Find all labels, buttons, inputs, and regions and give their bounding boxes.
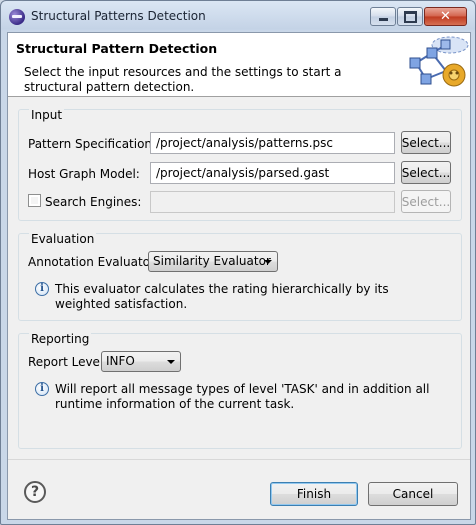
info-icon: i bbox=[35, 282, 49, 296]
evaluation-group-title: Evaluation bbox=[29, 232, 97, 246]
reporting-info-text: Will report all message types of level '… bbox=[55, 382, 430, 411]
title-bar[interactable]: Structural Patterns Detection ✕ bbox=[1, 1, 475, 31]
finish-button[interactable]: Finish bbox=[270, 482, 358, 506]
close-icon: ✕ bbox=[440, 9, 451, 24]
chevron-down-icon bbox=[167, 360, 175, 364]
cancel-button[interactable]: Cancel bbox=[368, 482, 458, 506]
input-group-title: Input bbox=[29, 108, 65, 122]
reporting-group-title: Reporting bbox=[29, 332, 92, 346]
info-icon: i bbox=[35, 382, 49, 396]
maximize-button[interactable] bbox=[397, 7, 423, 26]
banner-title: Structural Pattern Detection bbox=[16, 41, 218, 56]
evaluator-info-text: This evaluator calculates the rating hie… bbox=[55, 282, 389, 311]
dialog-client-area: Structural Pattern Detection Select the … bbox=[7, 32, 471, 520]
host-graph-label: Host Graph Model: bbox=[28, 167, 140, 181]
search-engines-checkbox[interactable] bbox=[28, 194, 41, 207]
pattern-graph-icon bbox=[409, 36, 469, 87]
evaluation-group: Evaluation Annotation Evaluator: Similar… bbox=[18, 232, 462, 321]
minimize-button[interactable] bbox=[370, 7, 396, 26]
minimize-icon bbox=[371, 8, 395, 25]
report-level-value: INFO bbox=[106, 354, 135, 368]
banner-description: Select the input resources and the setti… bbox=[24, 65, 342, 94]
pattern-spec-label: Pattern Specifications: bbox=[28, 137, 163, 151]
pattern-spec-select-button[interactable]: Select... bbox=[401, 131, 451, 154]
input-group: Input Pattern Specifications: /project/a… bbox=[18, 108, 462, 221]
pattern-spec-field[interactable]: /project/analysis/patterns.psc bbox=[150, 132, 395, 154]
chevron-down-icon bbox=[264, 260, 272, 264]
close-button[interactable]: ✕ bbox=[424, 7, 467, 26]
reporting-group: Reporting Report Level: INFO i Will repo… bbox=[18, 332, 462, 449]
search-engines-select-button: Select... bbox=[401, 190, 451, 213]
window-title: Structural Patterns Detection bbox=[31, 9, 206, 23]
report-level-dropdown[interactable]: INFO bbox=[101, 351, 181, 372]
dialog-window: Structural Patterns Detection ✕ Structur… bbox=[0, 0, 476, 525]
report-level-label: Report Level: bbox=[28, 355, 108, 369]
host-graph-select-button[interactable]: Select... bbox=[401, 161, 451, 184]
annotation-evaluator-dropdown[interactable]: Similarity Evaluator bbox=[148, 251, 278, 272]
search-engines-label: Search Engines: bbox=[45, 195, 142, 209]
maximize-icon bbox=[398, 8, 422, 25]
help-icon[interactable]: ? bbox=[24, 481, 46, 503]
host-graph-field[interactable]: /project/analysis/parsed.gast bbox=[150, 162, 395, 184]
annotation-evaluator-value: Similarity Evaluator bbox=[153, 254, 271, 268]
footer-separator bbox=[8, 459, 470, 460]
eclipse-app-icon bbox=[9, 9, 25, 25]
annotation-evaluator-label: Annotation Evaluator: bbox=[28, 255, 159, 269]
wizard-banner: Structural Pattern Detection Select the … bbox=[8, 33, 470, 97]
search-engines-field bbox=[150, 191, 395, 213]
